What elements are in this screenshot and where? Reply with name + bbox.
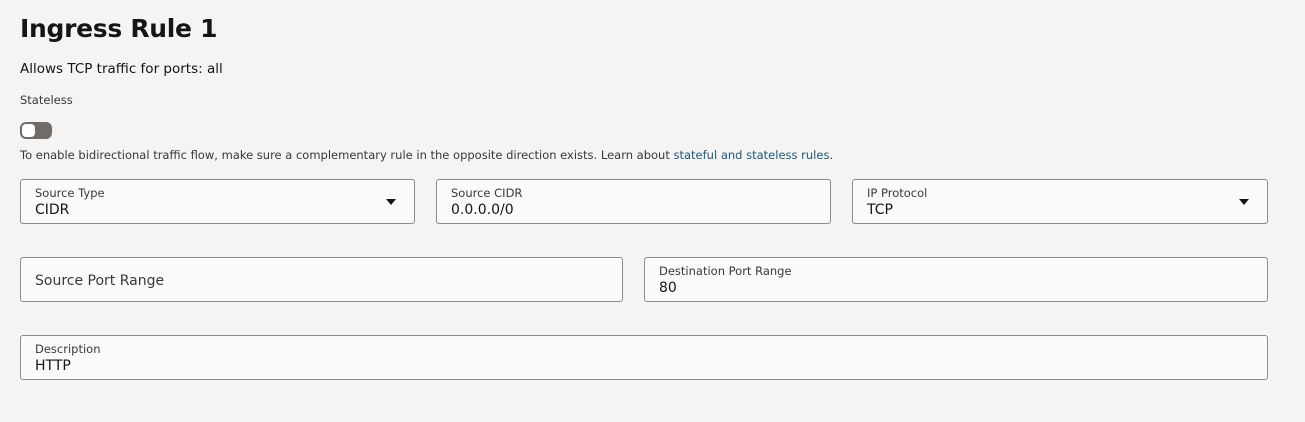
description-value: HTTP: [35, 358, 71, 374]
chevron-down-icon: [386, 199, 396, 205]
stateless-help-text: To enable bidirectional traffic flow, ma…: [20, 147, 833, 163]
description-label: Description: [35, 342, 101, 356]
destination-port-range-input[interactable]: Destination Port Range 80: [644, 257, 1268, 302]
source-type-label: Source Type: [35, 186, 105, 200]
source-cidr-value: 0.0.0.0/0: [451, 202, 514, 218]
destination-port-range-label: Destination Port Range: [659, 264, 792, 278]
help-text: To enable bidirectional traffic flow, ma…: [20, 148, 674, 162]
help-suffix: .: [829, 148, 834, 162]
stateless-toggle[interactable]: [20, 122, 52, 139]
rule-summary: Allows TCP traffic for ports: all: [20, 61, 223, 77]
stateless-label: Stateless: [20, 93, 73, 107]
stateful-stateless-rules-link[interactable]: stateful and stateless rules: [674, 148, 830, 162]
source-type-value: CIDR: [35, 202, 70, 218]
ip-protocol-value: TCP: [867, 202, 893, 218]
source-port-range-label: Source Port Range: [35, 273, 165, 289]
source-cidr-label: Source CIDR: [451, 186, 523, 200]
ip-protocol-label: IP Protocol: [867, 186, 928, 200]
destination-port-range-value: 80: [659, 280, 677, 296]
toggle-knob: [22, 124, 35, 137]
source-type-select[interactable]: Source Type CIDR: [20, 179, 415, 224]
chevron-down-icon: [1239, 199, 1249, 205]
source-port-range-input[interactable]: Source Port Range: [20, 257, 623, 302]
rule-title: Ingress Rule 1: [20, 14, 218, 43]
description-input[interactable]: Description HTTP: [20, 335, 1268, 380]
ip-protocol-select[interactable]: IP Protocol TCP: [852, 179, 1268, 224]
source-cidr-input[interactable]: Source CIDR 0.0.0.0/0: [436, 179, 831, 224]
